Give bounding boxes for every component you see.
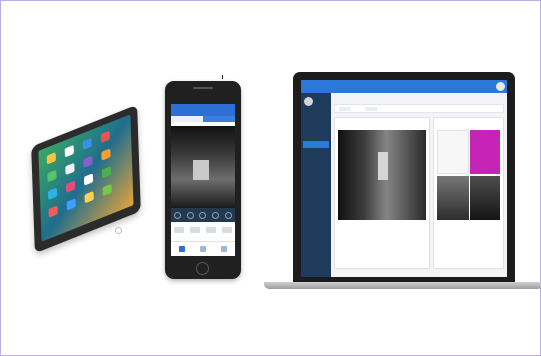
phone-tab-2[interactable]: [203, 116, 235, 122]
phone-tab-1[interactable]: [171, 116, 203, 122]
tablet-app-icon[interactable]: [101, 166, 112, 179]
tablet-app-icon[interactable]: [82, 137, 92, 151]
tablet-app-icon[interactable]: [101, 148, 111, 161]
phone-video-light: [193, 160, 209, 180]
laptop-toolbar: [334, 104, 504, 113]
phone-video-feed[interactable]: [171, 126, 235, 208]
tablet-device: [31, 104, 141, 254]
phone-control-button[interactable]: [199, 211, 207, 219]
phone-nav-item[interactable]: [221, 246, 228, 252]
phone-video-controls: [171, 208, 235, 222]
laptop-device: [293, 72, 515, 282]
phone-home-button[interactable]: [196, 262, 209, 275]
thumbnail-panel: [433, 117, 504, 269]
phone-control-button[interactable]: [225, 211, 233, 219]
sidebar-item[interactable]: [303, 221, 329, 228]
video-thumbnail-3[interactable]: [437, 176, 469, 220]
phone-tabs: [171, 116, 235, 122]
phone-info-cell: [222, 227, 232, 233]
tablet-app-icon[interactable]: [47, 169, 57, 183]
main-video-feed[interactable]: [338, 130, 426, 220]
tablet-app-icon[interactable]: [65, 162, 75, 176]
laptop-footer-row: [334, 271, 504, 277]
tablet-app-icon[interactable]: [84, 191, 94, 204]
phone-speaker: [193, 87, 213, 89]
tablet-app-icon[interactable]: [46, 152, 56, 165]
tablet-app-icon[interactable]: [102, 183, 112, 197]
tablet-app-icon[interactable]: [47, 187, 58, 201]
sidebar-item[interactable]: [303, 179, 329, 186]
phone-control-button[interactable]: [186, 211, 194, 219]
tablet-watermark: [115, 227, 123, 234]
laptop-screen: [301, 80, 507, 277]
laptop-main: [332, 93, 507, 277]
laptop-sidebar: [301, 93, 331, 277]
tablet-app-icon[interactable]: [100, 130, 110, 144]
phone-bottom-nav: [171, 241, 235, 256]
phone-info-cell: [190, 227, 200, 233]
video-thumbnail-1[interactable]: [437, 130, 469, 174]
tablet-app-icon[interactable]: [65, 180, 76, 193]
phone-control-button[interactable]: [212, 211, 220, 219]
phone-screen: [171, 104, 235, 256]
phone-control-button[interactable]: [173, 211, 181, 219]
sidebar-item[interactable]: [303, 121, 329, 128]
phone-header: [171, 104, 235, 116]
cursor-mark: [222, 75, 223, 79]
phone-info-cell: [206, 227, 216, 233]
phone-nav-item[interactable]: [199, 246, 206, 252]
phone-info-cell: [174, 227, 184, 233]
sidebar-item[interactable]: [303, 151, 329, 158]
sidebar-avatar: [304, 97, 313, 106]
promo-frame: [0, 0, 541, 356]
sidebar-item[interactable]: [303, 131, 329, 138]
sidebar-item-active[interactable]: [303, 141, 329, 148]
sidebar-item[interactable]: [303, 193, 329, 200]
video-thumbnail-4[interactable]: [470, 176, 500, 220]
phone-device: [165, 81, 241, 279]
toolbar-chip[interactable]: [365, 107, 377, 111]
tablet-screen: [38, 114, 134, 242]
video-thumbnail-2[interactable]: [470, 130, 500, 174]
phone-nav-item[interactable]: [178, 246, 185, 252]
laptop-topbar: [301, 80, 507, 93]
tablet-app-icon[interactable]: [83, 155, 93, 168]
user-avatar[interactable]: [496, 82, 505, 91]
tablet-app-icon[interactable]: [66, 198, 76, 211]
sidebar-item[interactable]: [303, 161, 329, 168]
tablet-app-icon[interactable]: [64, 144, 74, 158]
sidebar-item[interactable]: [303, 111, 329, 118]
watermark-icon: [115, 227, 122, 234]
tablet-app-icon[interactable]: [48, 205, 58, 218]
tablet-app-icon[interactable]: [83, 173, 94, 186]
laptop-base: [264, 282, 541, 289]
toolbar-chip[interactable]: [339, 107, 351, 111]
sidebar-item[interactable]: [303, 207, 329, 214]
main-video-panel: [334, 117, 430, 269]
phone-info-row: [171, 223, 235, 237]
video-light: [378, 152, 388, 180]
